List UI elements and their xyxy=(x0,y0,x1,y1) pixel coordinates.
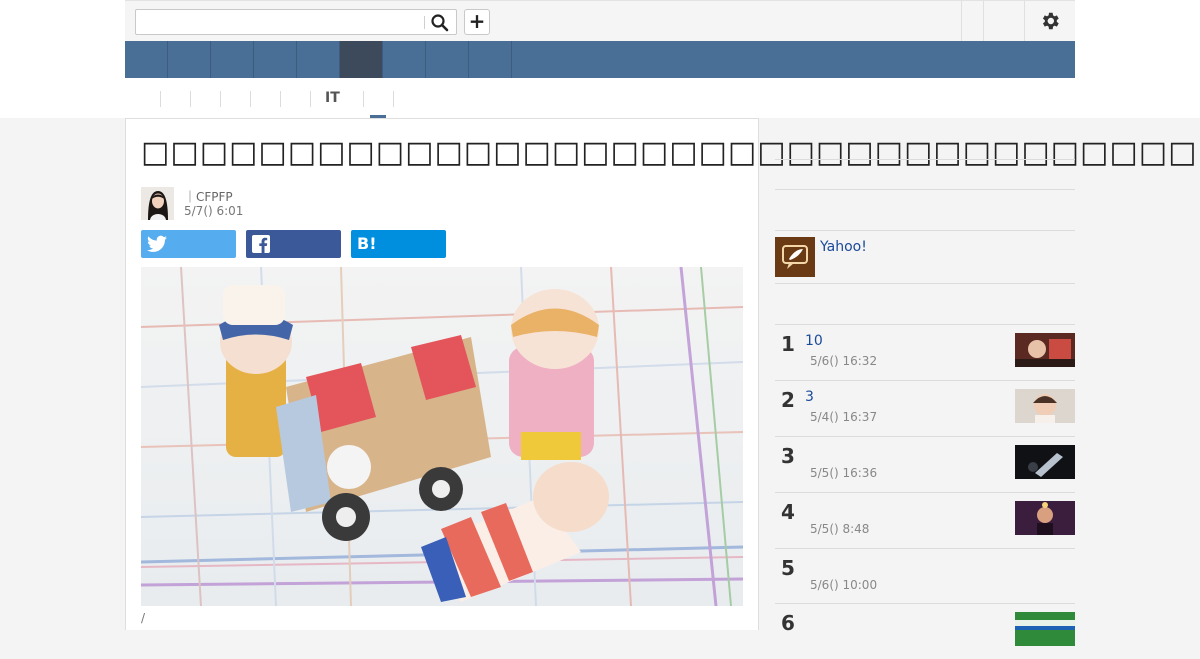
thumbnail-image xyxy=(1015,445,1075,479)
nav-item[interactable] xyxy=(254,41,297,78)
twitter-share-button[interactable] xyxy=(141,230,236,258)
rank-date: 5/6() 10:00 xyxy=(810,578,878,592)
sidebar: Yahoo! 1 10 5/6() 16:32 2 3 5/4() 16:37 … xyxy=(775,118,1075,646)
ranking-item[interactable]: 6 xyxy=(775,603,1075,659)
nav-item[interactable] xyxy=(211,41,254,78)
sub-nav: IT xyxy=(125,78,1075,119)
subnav-item[interactable] xyxy=(280,91,310,107)
header-slot-1[interactable] xyxy=(961,1,983,41)
article-photo[interactable] xyxy=(141,267,743,606)
search-button[interactable] xyxy=(430,13,452,33)
add-button[interactable]: + xyxy=(464,9,490,35)
publish-date: 5/7() 6:01 xyxy=(184,204,244,218)
rank-title[interactable]: 3 xyxy=(805,389,814,405)
photo-image xyxy=(141,267,743,606)
rank-title[interactable]: 10 xyxy=(805,333,823,349)
search-icon xyxy=(431,14,449,32)
rank-number: 6 xyxy=(781,611,795,635)
thumbnail-image xyxy=(1015,501,1075,535)
rank-number: 2 xyxy=(781,388,795,412)
thumbnail-image xyxy=(1015,389,1075,423)
facebook-share-button[interactable] xyxy=(246,230,341,258)
thumbnail-image xyxy=(1015,612,1075,646)
header-slot-2[interactable] xyxy=(983,1,1024,41)
ranking-item[interactable]: 3 5/5() 16:36 xyxy=(775,436,1075,492)
nav-item[interactable] xyxy=(426,41,469,78)
ranking-item[interactable]: 5 5/6() 10:00 xyxy=(775,548,1075,604)
category-nav xyxy=(125,41,1075,78)
rank-date: 5/6() 16:32 xyxy=(810,354,878,368)
ranking-item[interactable]: 4 5/5() 8:48 xyxy=(775,492,1075,548)
avatar-image xyxy=(141,187,174,220)
settings-button[interactable] xyxy=(1024,1,1075,41)
nav-item-active[interactable] xyxy=(340,41,383,78)
nav-item[interactable] xyxy=(297,41,340,78)
rank-thumbnail[interactable] xyxy=(1015,389,1075,423)
gear-icon xyxy=(1042,12,1059,30)
rank-thumbnail[interactable] xyxy=(1015,612,1075,646)
site-header: + xyxy=(125,0,1075,41)
author-name[interactable]: ｜CFPFP xyxy=(184,188,233,205)
promo-link[interactable]: Yahoo! xyxy=(820,239,867,255)
subnav-item-active[interactable]: IT xyxy=(310,90,363,107)
twitter-icon xyxy=(147,235,167,252)
photo-caption: / xyxy=(141,611,146,625)
article-title: □□□□□□□□□□□□□□□□□□□□□□□□□□□□□□□□□□□□□□ xyxy=(141,135,1200,170)
sidebar-divider xyxy=(775,230,1075,231)
sidebar-divider xyxy=(775,283,1075,284)
thumbnail-image xyxy=(1015,333,1075,367)
ranking-item[interactable]: 1 10 5/6() 16:32 xyxy=(775,324,1075,380)
search-input[interactable] xyxy=(140,12,420,32)
facebook-icon xyxy=(252,235,270,253)
rank-thumbnail[interactable] xyxy=(1015,333,1075,367)
rank-date: 5/5() 8:48 xyxy=(810,522,870,536)
rank-thumbnail[interactable] xyxy=(1015,501,1075,535)
subnav-item[interactable] xyxy=(220,91,250,107)
article-card: □□□□□□□□□□□□□□□□□□□□□□□□□□□□□□□□□□□□□□ ｜… xyxy=(125,118,1200,630)
hatena-bookmark-button[interactable]: B! xyxy=(351,230,446,258)
subnav-label: IT xyxy=(325,90,340,106)
rank-number: 3 xyxy=(781,444,795,468)
sidebar-divider xyxy=(775,189,1075,190)
sidebar-divider xyxy=(775,159,1075,160)
promo-icon[interactable] xyxy=(775,237,815,277)
subnav-item[interactable] xyxy=(160,91,190,107)
hatena-icon: B! xyxy=(357,234,377,253)
subnav-item[interactable] xyxy=(190,91,220,107)
rank-thumbnail[interactable] xyxy=(1015,445,1075,479)
search-box xyxy=(135,9,457,35)
subnav-item[interactable] xyxy=(363,91,393,107)
rank-number: 5 xyxy=(781,556,795,580)
subnav-item[interactable] xyxy=(250,91,280,107)
speech-feather-icon xyxy=(775,237,815,277)
search-divider xyxy=(424,16,425,29)
rank-date: 5/5() 16:36 xyxy=(810,466,878,480)
rank-number: 4 xyxy=(781,500,795,524)
nav-item[interactable] xyxy=(125,41,168,78)
rank-number: 1 xyxy=(781,332,795,356)
rank-date: 5/4() 16:37 xyxy=(810,410,878,424)
nav-item[interactable] xyxy=(168,41,211,78)
subnav-divider xyxy=(393,91,395,107)
nav-item[interactable] xyxy=(383,41,426,78)
nav-item[interactable] xyxy=(469,41,512,78)
author-avatar[interactable] xyxy=(141,187,174,220)
ranking-item[interactable]: 2 3 5/4() 16:37 xyxy=(775,380,1075,436)
